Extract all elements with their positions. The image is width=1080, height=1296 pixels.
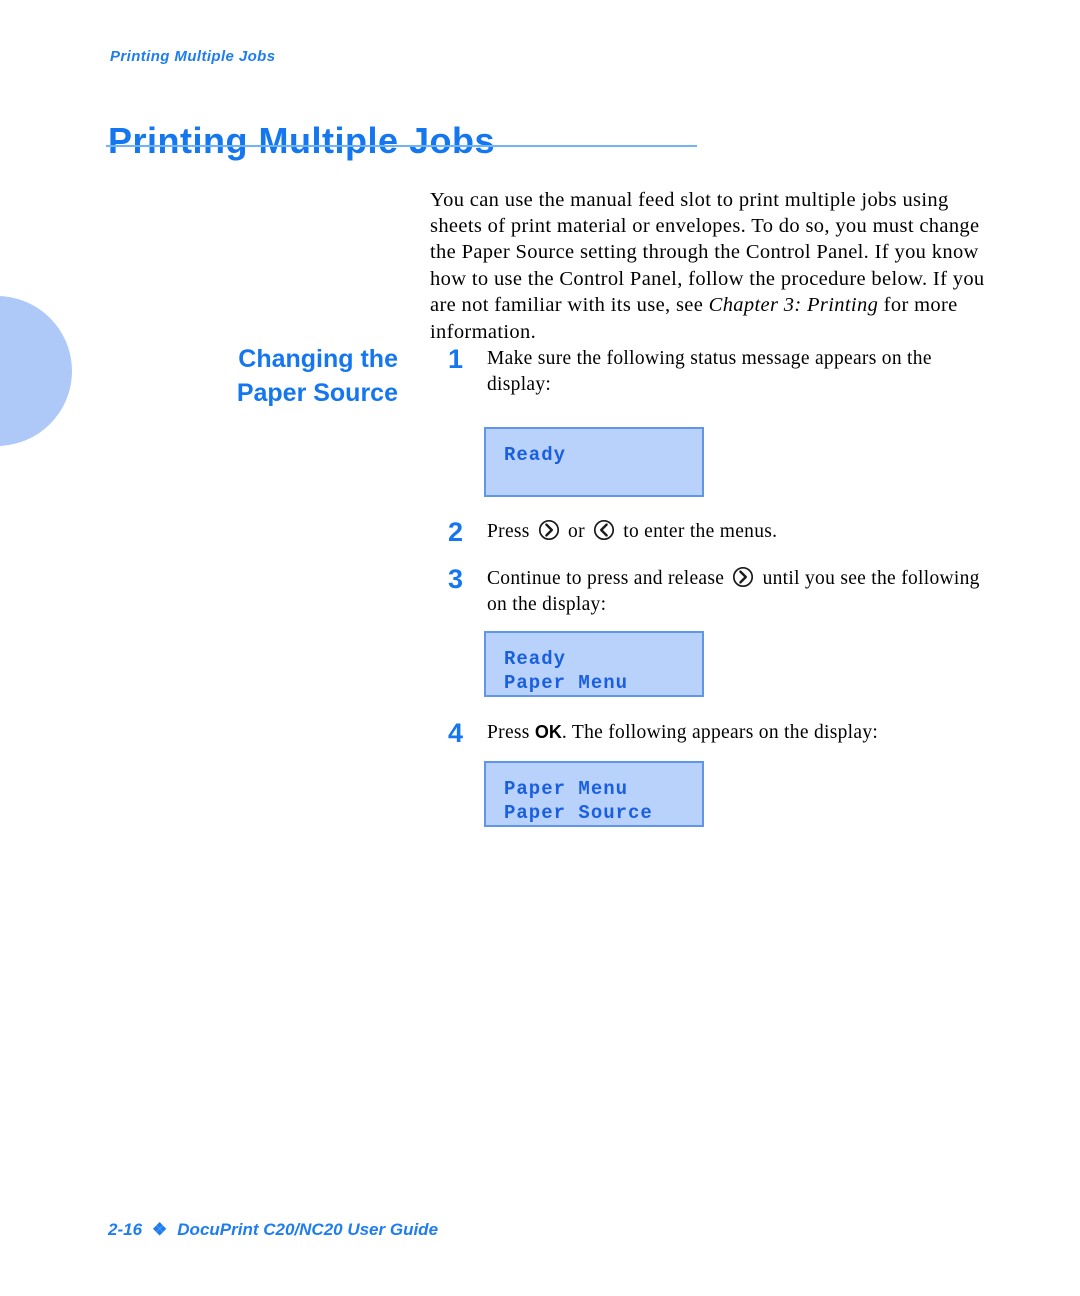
step-4: 4 Press OK. The following appears on the… bbox=[448, 718, 988, 748]
step-4-text-after: . The following appears on the display: bbox=[561, 722, 879, 743]
step-4-text: Press OK. The following appears on the d… bbox=[487, 720, 988, 746]
step-1: 1 Make sure the following status message… bbox=[448, 346, 988, 397]
lcd-display-1-line-1: Ready bbox=[504, 444, 567, 466]
right-arrow-key-icon bbox=[538, 519, 560, 541]
lcd-display-3-line-1: Paper Menu bbox=[504, 778, 629, 800]
side-heading-line-2: Paper Source bbox=[236, 379, 398, 407]
intro-chapter-reference: Chapter 3: Printing bbox=[708, 294, 879, 317]
footer-guide-title: DocuPrint C20/NC20 User Guide bbox=[177, 1220, 439, 1239]
step-1-number: 1 bbox=[448, 344, 464, 374]
step-2-text-after: to enter the menus. bbox=[618, 521, 778, 542]
step-3-text-before: Continue to press and release bbox=[487, 568, 730, 589]
footer-diamond-icon: ❖ bbox=[152, 1220, 168, 1239]
page-title: Printing Multiple Jobs bbox=[108, 120, 495, 162]
lcd-display-2-line-2: Paper Menu bbox=[504, 672, 629, 694]
step-2: 2 Press or to enter the menus. bbox=[448, 517, 988, 547]
footer-page-number: 2-16 bbox=[108, 1220, 143, 1239]
step-3: 3 Continue to press and release until yo… bbox=[448, 566, 988, 617]
lcd-display-2-line-1: Ready bbox=[504, 648, 567, 670]
lcd-display-3: Paper Menu Paper Source bbox=[484, 761, 704, 827]
step-3-text: Continue to press and release until you … bbox=[487, 566, 988, 617]
step-3-number: 3 bbox=[448, 564, 464, 594]
title-underline-rule bbox=[106, 145, 697, 147]
thumb-tab-decoration bbox=[0, 296, 72, 446]
left-arrow-key-icon bbox=[593, 519, 615, 541]
running-head: Printing Multiple Jobs bbox=[110, 48, 276, 65]
step-2-number: 2 bbox=[448, 517, 464, 547]
step-2-text-middle: or bbox=[562, 521, 591, 542]
right-arrow-key-icon bbox=[732, 566, 754, 588]
step-4-text-before: Press bbox=[487, 722, 535, 743]
lcd-display-3-line-2: Paper Source bbox=[504, 802, 653, 824]
step-2-text-before: Press bbox=[487, 521, 535, 542]
side-heading-line-1: Changing the bbox=[238, 345, 398, 373]
page-footer: 2-16 ❖ DocuPrint C20/NC20 User Guide bbox=[108, 1220, 438, 1240]
ok-button-label: OK bbox=[534, 722, 562, 742]
lcd-display-1: Ready bbox=[484, 427, 704, 497]
step-4-number: 4 bbox=[448, 718, 464, 748]
step-1-text: Make sure the following status message a… bbox=[487, 348, 932, 395]
step-2-text: Press or to enter the menus. bbox=[487, 519, 988, 545]
section-side-heading: Changing the Paper Source bbox=[150, 342, 398, 410]
lcd-display-2: Ready Paper Menu bbox=[484, 631, 704, 697]
intro-paragraph: You can use the manual feed slot to prin… bbox=[430, 187, 985, 345]
